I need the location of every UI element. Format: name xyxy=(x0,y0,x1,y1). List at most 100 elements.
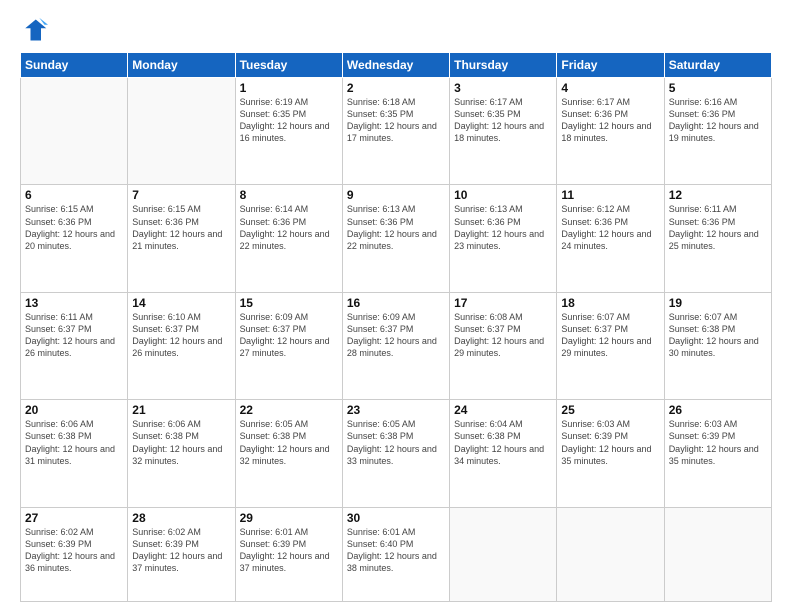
day-cell: 21Sunrise: 6:06 AM Sunset: 6:38 PM Dayli… xyxy=(128,400,235,507)
day-info: Sunrise: 6:01 AM Sunset: 6:39 PM Dayligh… xyxy=(240,526,338,575)
day-cell xyxy=(664,507,771,601)
day-info: Sunrise: 6:17 AM Sunset: 6:36 PM Dayligh… xyxy=(561,96,659,145)
day-number: 16 xyxy=(347,296,445,310)
day-info: Sunrise: 6:01 AM Sunset: 6:40 PM Dayligh… xyxy=(347,526,445,575)
day-info: Sunrise: 6:04 AM Sunset: 6:38 PM Dayligh… xyxy=(454,418,552,467)
day-info: Sunrise: 6:10 AM Sunset: 6:37 PM Dayligh… xyxy=(132,311,230,360)
day-cell: 14Sunrise: 6:10 AM Sunset: 6:37 PM Dayli… xyxy=(128,292,235,399)
day-info: Sunrise: 6:14 AM Sunset: 6:36 PM Dayligh… xyxy=(240,203,338,252)
day-number: 6 xyxy=(25,188,123,202)
day-cell: 23Sunrise: 6:05 AM Sunset: 6:38 PM Dayli… xyxy=(342,400,449,507)
week-row-4: 20 Sunrise: 6:06 AM Sunset: 6:38 PM Dayli… xyxy=(21,400,772,507)
day-info: Sunrise: 6:12 AM Sunset: 6:36 PM Dayligh… xyxy=(561,203,659,252)
header xyxy=(20,16,772,44)
day-cell: 3Sunrise: 6:17 AM Sunset: 6:35 PM Daylig… xyxy=(450,78,557,185)
day-number: 1 xyxy=(240,81,338,95)
day-cell: 9Sunrise: 6:13 AM Sunset: 6:36 PM Daylig… xyxy=(342,185,449,292)
day-number: 21 xyxy=(132,403,230,417)
day-number: 12 xyxy=(669,188,767,202)
day-info: Sunrise: 6:03 AM Sunset: 6:39 PM Dayligh… xyxy=(669,418,767,467)
day-info: Sunrise: 6:17 AM Sunset: 6:35 PM Dayligh… xyxy=(454,96,552,145)
day-info: Sunrise: 6:02 AM Sunset: 6:39 PM Dayligh… xyxy=(132,526,230,575)
day-cell: 18Sunrise: 6:07 AM Sunset: 6:37 PM Dayli… xyxy=(557,292,664,399)
page: SundayMondayTuesdayWednesdayThursdayFrid… xyxy=(0,0,792,612)
weekday-header-row: SundayMondayTuesdayWednesdayThursdayFrid… xyxy=(21,53,772,78)
day-number: 23 xyxy=(347,403,445,417)
day-cell: 11Sunrise: 6:12 AM Sunset: 6:36 PM Dayli… xyxy=(557,185,664,292)
logo-icon xyxy=(20,16,48,44)
day-number: 5 xyxy=(669,81,767,95)
day-cell: 4Sunrise: 6:17 AM Sunset: 6:36 PM Daylig… xyxy=(557,78,664,185)
day-cell: 28Sunrise: 6:02 AM Sunset: 6:39 PM Dayli… xyxy=(128,507,235,601)
day-info: Sunrise: 6:09 AM Sunset: 6:37 PM Dayligh… xyxy=(240,311,338,360)
day-number: 20 xyxy=(25,403,123,417)
day-number: 29 xyxy=(240,511,338,525)
day-info: Sunrise: 6:19 AM Sunset: 6:35 PM Dayligh… xyxy=(240,96,338,145)
weekday-monday: Monday xyxy=(128,53,235,78)
weekday-saturday: Saturday xyxy=(664,53,771,78)
day-cell: 25Sunrise: 6:03 AM Sunset: 6:39 PM Dayli… xyxy=(557,400,664,507)
day-cell: 30Sunrise: 6:01 AM Sunset: 6:40 PM Dayli… xyxy=(342,507,449,601)
day-cell: 26Sunrise: 6:03 AM Sunset: 6:39 PM Dayli… xyxy=(664,400,771,507)
day-number: 7 xyxy=(132,188,230,202)
calendar-table: SundayMondayTuesdayWednesdayThursdayFrid… xyxy=(20,52,772,602)
day-info: Sunrise: 6:13 AM Sunset: 6:36 PM Dayligh… xyxy=(347,203,445,252)
day-number: 2 xyxy=(347,81,445,95)
day-cell: 22Sunrise: 6:05 AM Sunset: 6:38 PM Dayli… xyxy=(235,400,342,507)
day-cell: 16Sunrise: 6:09 AM Sunset: 6:37 PM Dayli… xyxy=(342,292,449,399)
day-cell xyxy=(128,78,235,185)
day-info: Sunrise: 6:02 AM Sunset: 6:39 PM Dayligh… xyxy=(25,526,123,575)
day-number: 25 xyxy=(561,403,659,417)
day-cell: 17Sunrise: 6:08 AM Sunset: 6:37 PM Dayli… xyxy=(450,292,557,399)
day-number: 13 xyxy=(25,296,123,310)
day-number: 15 xyxy=(240,296,338,310)
day-number: 26 xyxy=(669,403,767,417)
day-number: 19 xyxy=(669,296,767,310)
day-info: Sunrise: 6:07 AM Sunset: 6:37 PM Dayligh… xyxy=(561,311,659,360)
week-row-5: 27Sunrise: 6:02 AM Sunset: 6:39 PM Dayli… xyxy=(21,507,772,601)
day-number: 17 xyxy=(454,296,552,310)
weekday-wednesday: Wednesday xyxy=(342,53,449,78)
day-info: Sunrise: 6:05 AM Sunset: 6:38 PM Dayligh… xyxy=(347,418,445,467)
day-cell xyxy=(557,507,664,601)
day-cell xyxy=(450,507,557,601)
weekday-thursday: Thursday xyxy=(450,53,557,78)
day-number: 9 xyxy=(347,188,445,202)
day-number: 14 xyxy=(132,296,230,310)
day-cell: 20Sunrise: 6:06 AM Sunset: 6:38 PM Dayli… xyxy=(21,400,128,507)
day-cell: 2Sunrise: 6:18 AM Sunset: 6:35 PM Daylig… xyxy=(342,78,449,185)
day-info: Sunrise: 6:03 AM Sunset: 6:39 PM Dayligh… xyxy=(561,418,659,467)
day-number: 18 xyxy=(561,296,659,310)
day-info: Sunrise: 6:05 AM Sunset: 6:38 PM Dayligh… xyxy=(240,418,338,467)
week-row-2: 6Sunrise: 6:15 AM Sunset: 6:36 PM Daylig… xyxy=(21,185,772,292)
week-row-3: 13Sunrise: 6:11 AM Sunset: 6:37 PM Dayli… xyxy=(21,292,772,399)
day-number: 4 xyxy=(561,81,659,95)
day-cell: 19Sunrise: 6:07 AM Sunset: 6:38 PM Dayli… xyxy=(664,292,771,399)
day-cell: 13Sunrise: 6:11 AM Sunset: 6:37 PM Dayli… xyxy=(21,292,128,399)
day-cell: 1Sunrise: 6:19 AM Sunset: 6:35 PM Daylig… xyxy=(235,78,342,185)
day-cell: 5Sunrise: 6:16 AM Sunset: 6:36 PM Daylig… xyxy=(664,78,771,185)
day-info: Sunrise: 6:13 AM Sunset: 6:36 PM Dayligh… xyxy=(454,203,552,252)
day-info: Sunrise: 6:15 AM Sunset: 6:36 PM Dayligh… xyxy=(25,203,123,252)
day-cell: 29Sunrise: 6:01 AM Sunset: 6:39 PM Dayli… xyxy=(235,507,342,601)
day-info: Sunrise: 6:11 AM Sunset: 6:36 PM Dayligh… xyxy=(669,203,767,252)
weekday-friday: Friday xyxy=(557,53,664,78)
day-info: Sunrise: 6:06 AM Sunset: 6:38 PM Dayligh… xyxy=(132,418,230,467)
day-info: Sunrise: 6:18 AM Sunset: 6:35 PM Dayligh… xyxy=(347,96,445,145)
day-info: Sunrise: 6:16 AM Sunset: 6:36 PM Dayligh… xyxy=(669,96,767,145)
day-number: 10 xyxy=(454,188,552,202)
day-cell: 7Sunrise: 6:15 AM Sunset: 6:36 PM Daylig… xyxy=(128,185,235,292)
logo xyxy=(20,16,52,44)
day-cell: 27Sunrise: 6:02 AM Sunset: 6:39 PM Dayli… xyxy=(21,507,128,601)
day-cell: 10Sunrise: 6:13 AM Sunset: 6:36 PM Dayli… xyxy=(450,185,557,292)
day-number: 8 xyxy=(240,188,338,202)
day-cell: 12Sunrise: 6:11 AM Sunset: 6:36 PM Dayli… xyxy=(664,185,771,292)
day-cell: 6Sunrise: 6:15 AM Sunset: 6:36 PM Daylig… xyxy=(21,185,128,292)
day-info: Sunrise: 6:07 AM Sunset: 6:38 PM Dayligh… xyxy=(669,311,767,360)
day-number: 28 xyxy=(132,511,230,525)
day-cell: 8Sunrise: 6:14 AM Sunset: 6:36 PM Daylig… xyxy=(235,185,342,292)
day-number: 3 xyxy=(454,81,552,95)
week-row-1: 1Sunrise: 6:19 AM Sunset: 6:35 PM Daylig… xyxy=(21,78,772,185)
day-cell: 24Sunrise: 6:04 AM Sunset: 6:38 PM Dayli… xyxy=(450,400,557,507)
day-number: 24 xyxy=(454,403,552,417)
